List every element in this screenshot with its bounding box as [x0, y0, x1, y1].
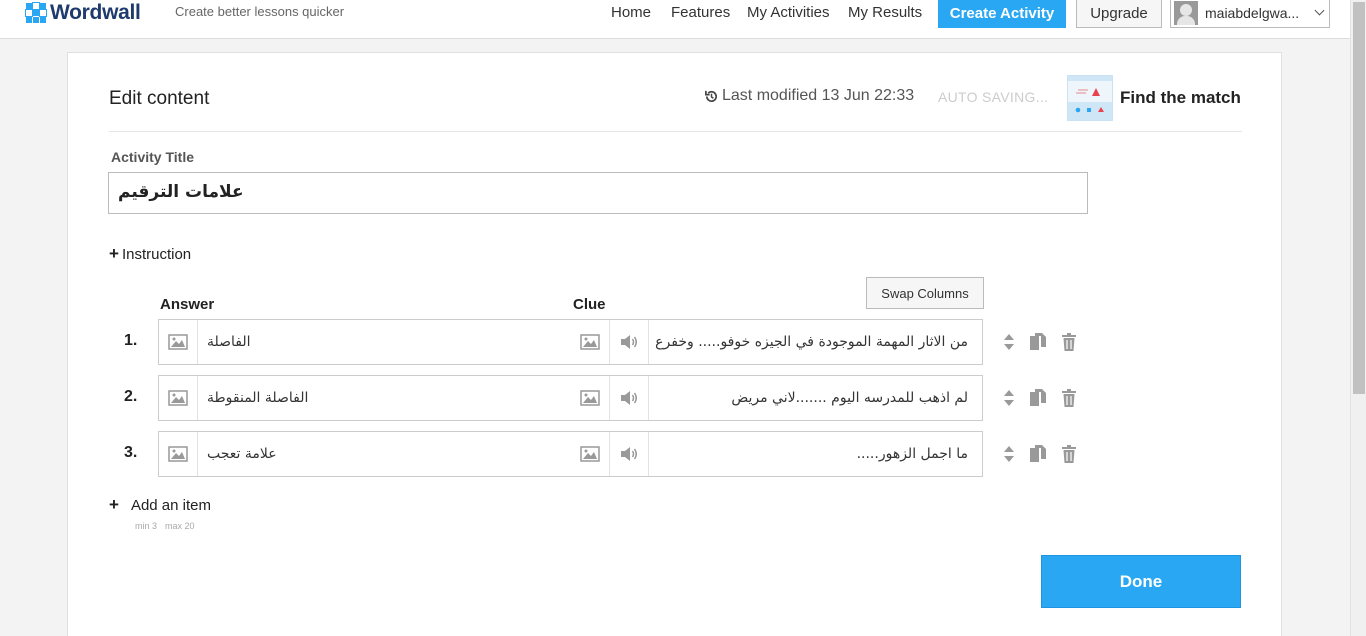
- plus-icon: +: [109, 495, 119, 514]
- tagline: Create better lessons quicker: [175, 4, 345, 19]
- find-the-match-icon: [1068, 76, 1112, 120]
- logo-text: Wordwall: [50, 1, 141, 24]
- image-icon: [168, 446, 188, 462]
- item-number: 2.: [124, 388, 138, 405]
- clue-text: لم اذهب للمدرسه اليوم .......لاني مريض: [731, 390, 968, 406]
- nav-my-activities[interactable]: My Activities: [747, 4, 830, 21]
- page-scrollbar[interactable]: [1350, 0, 1366, 636]
- divider: [109, 131, 1242, 132]
- min-items: min 3: [135, 521, 158, 531]
- add-item-label: Add an item: [130, 496, 211, 514]
- plus-icon: +: [109, 244, 119, 263]
- answer-text: علامة تعجب: [207, 446, 277, 462]
- nav-home[interactable]: Home: [611, 4, 651, 21]
- page-title: Edit content: [109, 88, 210, 109]
- item-limits: min 3 max 20: [135, 521, 195, 531]
- row-actions: [1003, 444, 1077, 463]
- image-icon: [580, 334, 600, 350]
- activity-title-label: Activity Title: [111, 149, 194, 165]
- clue-field[interactable]: ما اجمل الزهور.....: [571, 431, 983, 477]
- image-icon: [168, 390, 188, 406]
- last-modified-text: Last modified 13 Jun 22:33: [722, 87, 915, 104]
- wordwall-logo[interactable]: Wordwall: [24, 1, 141, 25]
- reorder-icon[interactable]: [1003, 333, 1015, 351]
- item-number: 1.: [124, 332, 138, 349]
- reorder-icon[interactable]: [1003, 445, 1015, 463]
- item-row: 2. الفاصلة المنقوطة لم اذهب للمدرسه اليو…: [68, 375, 1168, 421]
- clue-field[interactable]: من الاثار المهمة الموجودة في الجيزه خوفو…: [571, 319, 983, 365]
- add-image-button[interactable]: [159, 376, 198, 420]
- top-navigation-bar: Wordwall Create better lessons quicker H…: [0, 0, 1350, 39]
- autosave-status: AUTO SAVING...: [938, 89, 1049, 105]
- wordwall-logo-icon: [24, 2, 47, 24]
- answer-field[interactable]: علامة تعجب: [158, 431, 572, 477]
- upgrade-button[interactable]: Upgrade: [1076, 0, 1162, 28]
- done-button[interactable]: Done: [1041, 555, 1241, 608]
- username: maiabdelgwa...: [1205, 5, 1300, 21]
- item-row: 3. علامة تعجب ما اجمل الزهور.....: [68, 431, 1168, 477]
- image-icon: [168, 334, 188, 350]
- speaker-icon: [621, 447, 637, 461]
- instruction-label: Instruction: [121, 245, 192, 263]
- speaker-icon: [621, 335, 637, 349]
- clue-text: من الاثار المهمة الموجودة في الجيزه خوفو…: [655, 334, 968, 350]
- clue-column-header: Clue: [573, 296, 606, 313]
- delete-icon[interactable]: [1061, 332, 1077, 351]
- avatar: [1174, 1, 1198, 25]
- nav-features[interactable]: Features: [671, 4, 730, 21]
- duplicate-icon[interactable]: [1029, 444, 1047, 463]
- template-name[interactable]: Find the match: [1120, 88, 1241, 108]
- add-image-button[interactable]: [571, 432, 610, 476]
- create-activity-button[interactable]: Create Activity: [938, 0, 1066, 28]
- add-image-button[interactable]: [159, 432, 198, 476]
- speaker-icon: [621, 391, 637, 405]
- user-menu[interactable]: maiabdelgwa...: [1170, 0, 1330, 28]
- reorder-icon[interactable]: [1003, 389, 1015, 407]
- activity-title-input[interactable]: علامات الترقيم: [108, 172, 1088, 214]
- add-image-button[interactable]: [571, 376, 610, 420]
- answer-field[interactable]: الفاصلة المنقوطة: [158, 375, 572, 421]
- chevron-down-icon: [1314, 5, 1325, 16]
- clue-text: ما اجمل الزهور.....: [856, 446, 968, 462]
- nav-my-results[interactable]: My Results: [848, 4, 922, 21]
- scrollbar-thumb[interactable]: [1353, 2, 1365, 394]
- answer-column-header: Answer: [160, 296, 215, 313]
- duplicate-icon[interactable]: [1029, 388, 1047, 407]
- last-modified[interactable]: Last modified 13 Jun 22:33: [704, 87, 914, 105]
- history-icon: [705, 90, 717, 102]
- answer-text: الفاصلة: [207, 334, 251, 350]
- row-actions: [1003, 388, 1077, 407]
- add-audio-button[interactable]: [610, 432, 649, 476]
- delete-icon[interactable]: [1061, 388, 1077, 407]
- clue-field[interactable]: لم اذهب للمدرسه اليوم .......لاني مريض: [571, 375, 983, 421]
- add-audio-button[interactable]: [610, 320, 649, 364]
- add-item-button[interactable]: + Add an item: [109, 495, 211, 515]
- duplicate-icon[interactable]: [1029, 332, 1047, 351]
- max-items: max 20: [165, 521, 195, 531]
- answer-field[interactable]: الفاصلة: [158, 319, 572, 365]
- row-actions: [1003, 332, 1077, 351]
- image-icon: [580, 390, 600, 406]
- add-image-button[interactable]: [159, 320, 198, 364]
- image-icon: [580, 446, 600, 462]
- swap-columns-button[interactable]: Swap Columns: [866, 277, 984, 309]
- add-audio-button[interactable]: [610, 376, 649, 420]
- add-instruction-button[interactable]: + Instruction: [109, 244, 191, 264]
- delete-icon[interactable]: [1061, 444, 1077, 463]
- edit-content-card: Edit content Last modified 13 Jun 22:33 …: [67, 52, 1282, 636]
- item-number: 3.: [124, 444, 138, 461]
- item-row: 1. الفاصلة من الاثار المهمة الموجودة في …: [68, 319, 1168, 365]
- template-thumbnail[interactable]: [1067, 75, 1113, 121]
- answer-text: الفاصلة المنقوطة: [207, 390, 309, 406]
- activity-title-value: علامات الترقيم: [118, 182, 244, 202]
- add-image-button[interactable]: [571, 320, 610, 364]
